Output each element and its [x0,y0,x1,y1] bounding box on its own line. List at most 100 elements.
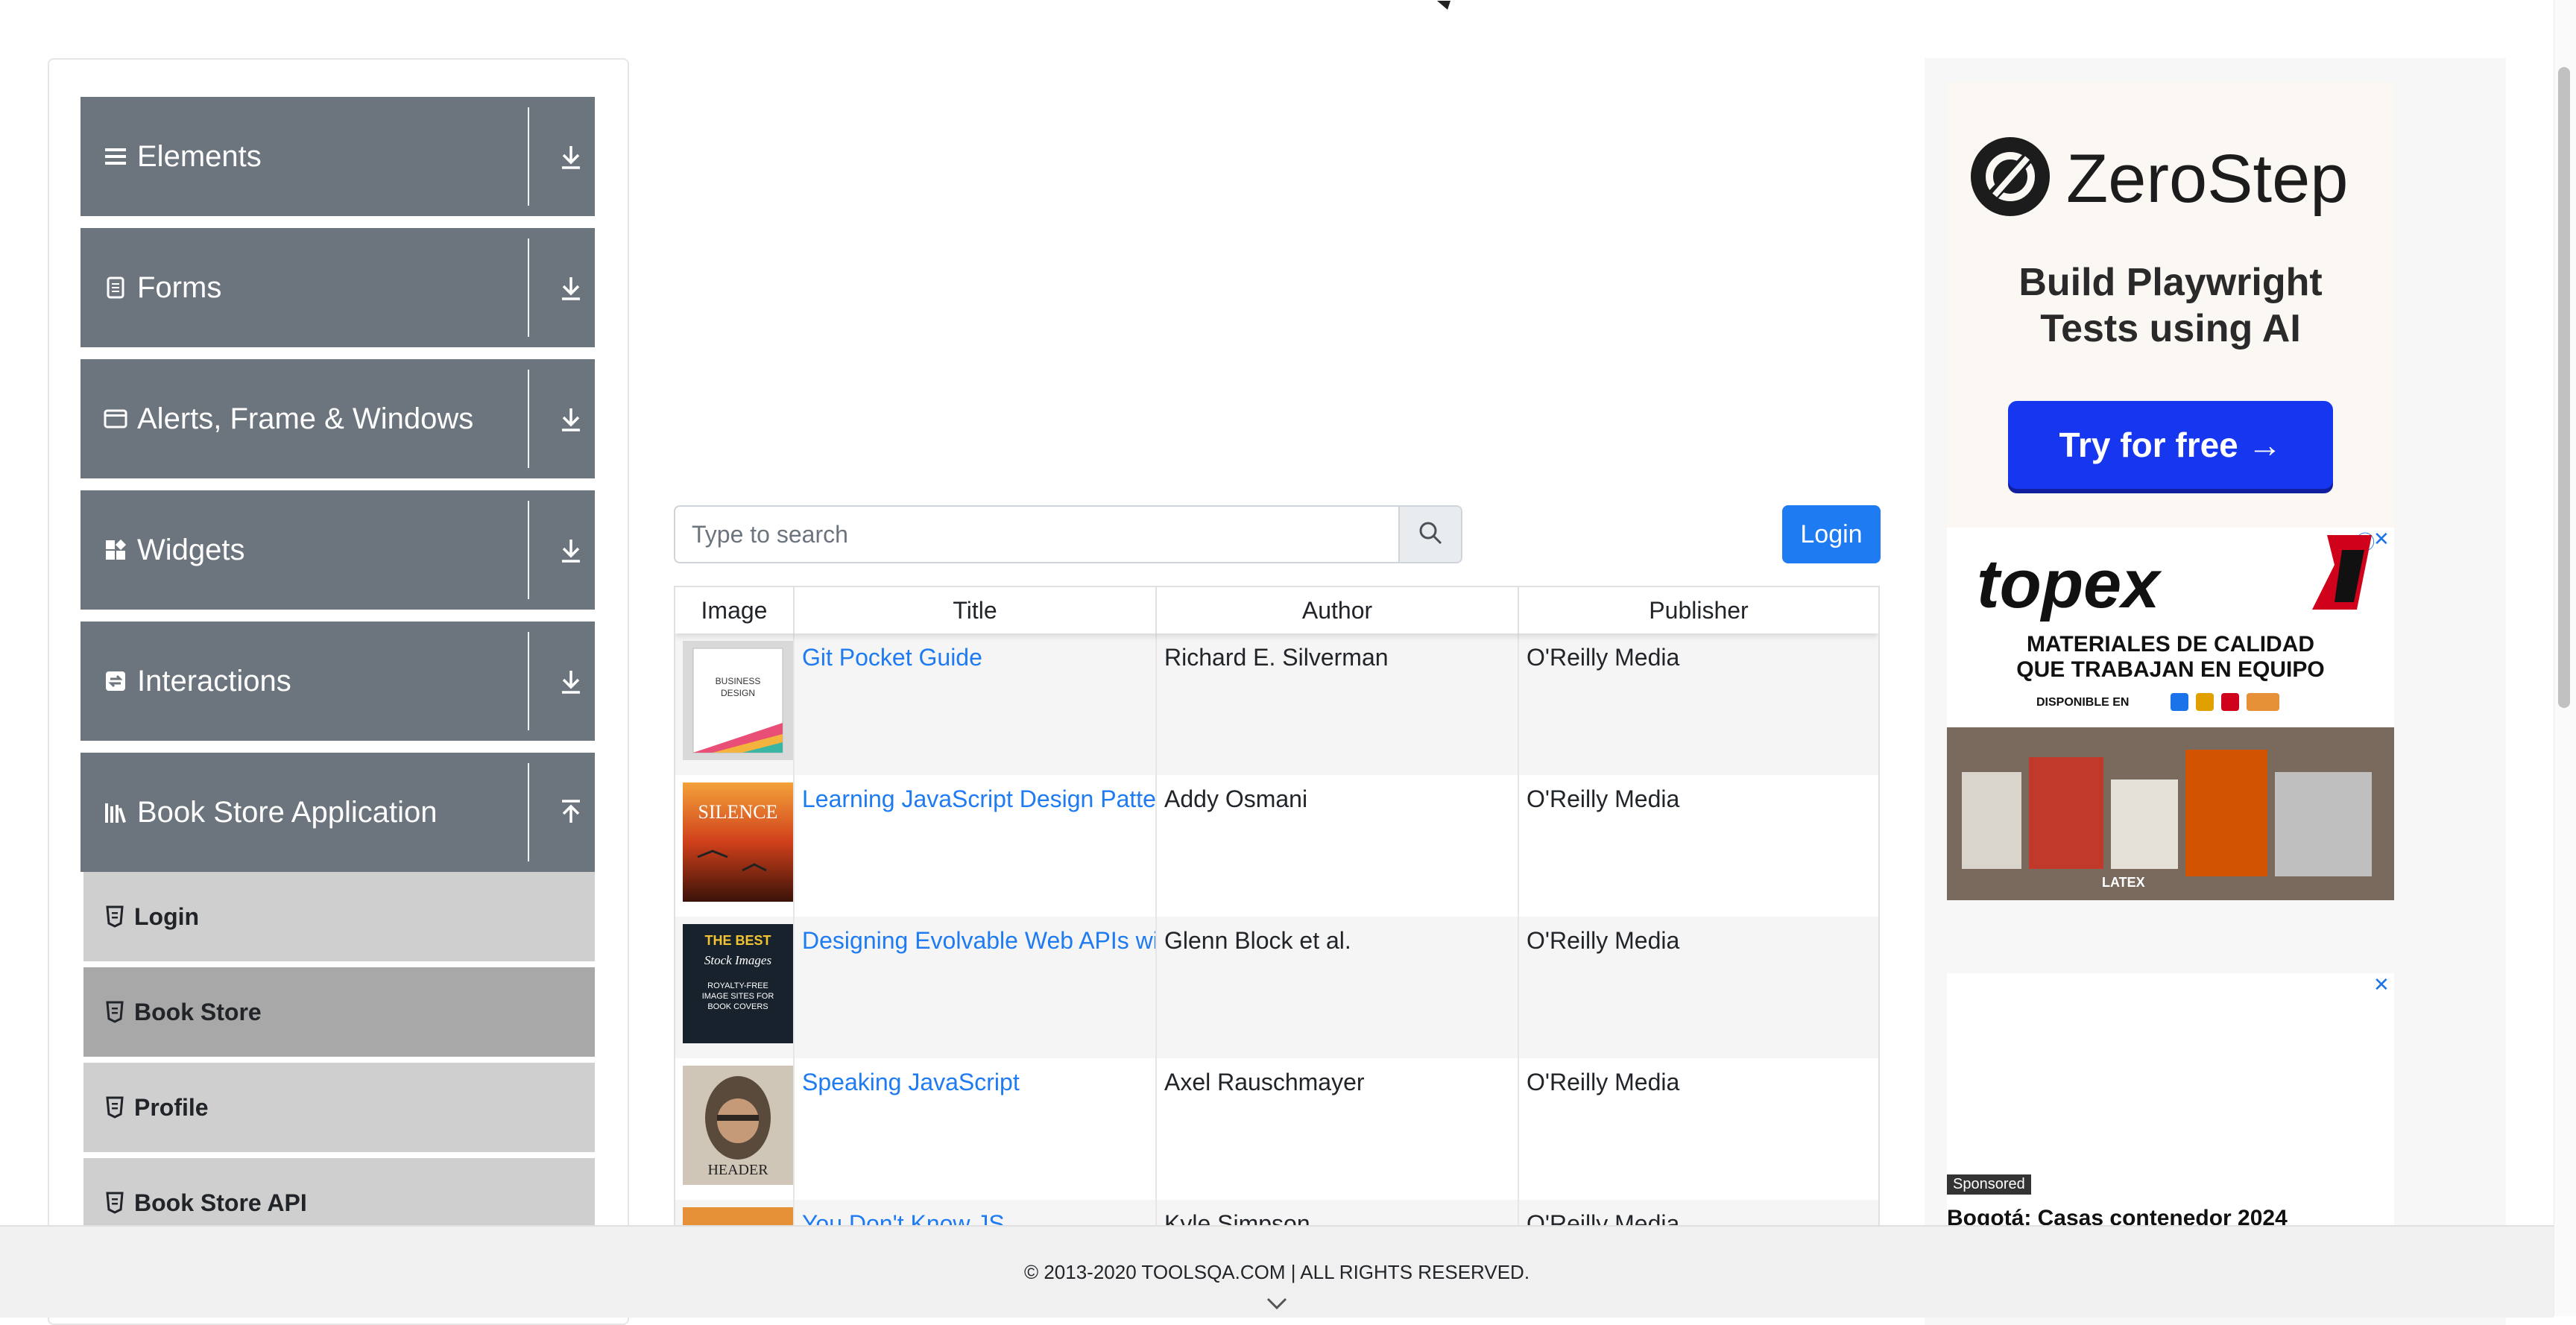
interactions-icon [103,668,128,694]
search-input[interactable] [675,507,1398,562]
html5-shield-icon [106,1001,124,1023]
book-cover-cell: THE BEST Stock Images ROYALTY-FREE IMAGE… [675,917,795,1058]
book-title-link[interactable]: Learning JavaScript Design Patte [802,785,1155,812]
cover-text: HEADER [707,1162,768,1178]
divider [528,632,529,730]
html5-shield-icon [106,1096,124,1119]
group-widgets[interactable]: Widgets [80,490,595,610]
book-author: Addy Osmani [1157,775,1519,917]
sidebar-item-label: Profile [134,1093,209,1121]
divider [528,238,529,337]
book-cover-cell: HEADER [675,1058,795,1200]
sidebar-item-profile[interactable]: Profile [83,1063,595,1155]
sidebar-item-login[interactable]: Login [83,872,595,964]
footer: © 2013-2020 TOOLSQA.COM | ALL RIGHTS RES… [0,1225,2554,1318]
column-header-title[interactable]: Title [795,587,1157,633]
column-header-publisher[interactable]: Publisher [1519,587,1878,633]
search-button[interactable] [1398,507,1461,562]
zerostep-brand: ZeroStep [2066,141,2349,217]
left-panel: Elements Forms Alerts, Frame & Windows W… [48,58,629,1325]
widgets-icon [103,537,128,563]
book-author: Axel Rauschmayer [1157,1058,1519,1200]
book-publisher: O'Reilly Media [1527,644,1680,671]
divider [528,370,529,468]
group-elements[interactable]: Elements [80,97,595,216]
sidebar-item-book-store[interactable]: Book Store [83,967,595,1060]
upload-arrow-icon[interactable] [558,796,584,829]
html5-shield-icon [106,1192,124,1214]
zerostep-cta-button[interactable]: Try for free → [2008,401,2333,489]
login-button[interactable]: Login [1782,505,1881,563]
book-author: Glenn Block et al. [1157,917,1519,1058]
book-cover-image: BUSINESS DESIGN [683,641,793,760]
cover-text: Stock Images [704,953,772,967]
group-label: Widgets [137,533,245,566]
group-label: Elements [137,139,262,173]
sponsored-badge: Sponsored [1947,1174,2031,1195]
topex-product-image: LATEX [1947,727,2394,900]
store-logo-icon [2247,693,2279,711]
document-icon [103,275,128,300]
group-alerts-frame-windows[interactable]: Alerts, Frame & Windows [80,359,595,478]
list-icon [103,144,128,169]
divider [528,763,529,861]
zerostep-ad[interactable]: ZeroStep Build Playwright Tests using AI… [1947,82,2394,529]
group-book-store-application[interactable]: Book Store Application [80,753,595,872]
cover-text: DESIGN [721,688,755,698]
scrollbar-thumb[interactable] [2558,67,2570,708]
topex-product-label: LATEX [2102,875,2145,890]
divider [528,107,529,206]
column-header-author[interactable]: Author [1157,587,1519,633]
chevron-down-icon[interactable] [1266,1297,1288,1310]
ad-close-icon[interactable]: ✕ [2373,528,2390,551]
book-title-link[interactable]: Designing Evolvable Web APIs wi [802,927,1155,954]
book-title-link[interactable]: Git Pocket Guide [802,644,982,671]
topex-available-label: DISPONIBLE EN [2036,696,2130,709]
divider [528,501,529,599]
table-row: THE BEST Stock Images ROYALTY-FREE IMAGE… [675,917,1878,1058]
sidebar-item-label: Login [134,902,200,930]
store-logo-icon [2221,693,2239,711]
download-arrow-icon[interactable] [558,665,584,698]
group-label: Alerts, Frame & Windows [137,402,474,435]
book-publisher: O'Reilly Media [1527,927,1680,954]
window-icon [103,406,128,431]
cover-text: IMAGE SITES FOR [702,992,774,1001]
topex-line1: MATERIALES DE CALIDAD [2026,632,2315,657]
group-interactions[interactable]: Interactions [80,622,595,741]
table-row: HEADER Speaking JavaScript Axel Rauschma… [675,1058,1878,1200]
cover-text: THE BEST [704,933,771,948]
footer-copyright: © 2013-2020 TOOLSQA.COM | ALL RIGHTS RES… [1023,1261,1530,1283]
book-cover-image: SILENCE [683,782,793,902]
ad-close-icon[interactable]: ✕ [2373,973,2390,996]
topex-brand: topex [1977,546,2160,622]
book-cover-image: HEADER [683,1066,793,1185]
book-title-link[interactable]: Speaking JavaScript [802,1069,1020,1095]
cover-text: BOOK COVERS [707,1002,768,1011]
books-icon [103,800,128,825]
group-forms[interactable]: Forms [80,228,595,347]
books-table: Image Title Author Publisher BUSINESS DE… [674,586,1880,1242]
group-label: Interactions [137,664,291,698]
topex-ad[interactable]: ⓘ ✕ topex MATERIALES DE CALIDAD QUE TRAB… [1947,528,2394,900]
download-arrow-icon[interactable] [558,402,584,435]
table-row: SILENCE Learning JavaScript Design Patte… [675,775,1878,917]
book-cover-cell: BUSINESS DESIGN [675,633,795,775]
search-icon [1418,520,1443,549]
table-header: Image Title Author Publisher [675,587,1878,633]
cover-text: BUSINESS [716,676,761,686]
sidebar-item-label: Book Store [134,998,262,1025]
search-box [674,505,1462,563]
table-row: BUSINESS DESIGN Git Pocket Guide Richard… [675,633,1878,775]
cover-text: SILENCE [698,801,778,823]
download-arrow-icon[interactable] [558,140,584,173]
topex-line2: QUE TRABAJAN EN EQUIPO [2016,657,2325,682]
store-logo-icon [2171,693,2188,711]
book-cover-cell: SILENCE [675,775,795,917]
column-header-image[interactable]: Image [675,587,795,633]
download-arrow-icon[interactable] [558,534,584,566]
topex-logo-icon [2312,535,2372,610]
html5-shield-icon [106,905,124,928]
download-arrow-icon[interactable] [558,271,584,304]
book-publisher: O'Reilly Media [1527,1069,1680,1095]
